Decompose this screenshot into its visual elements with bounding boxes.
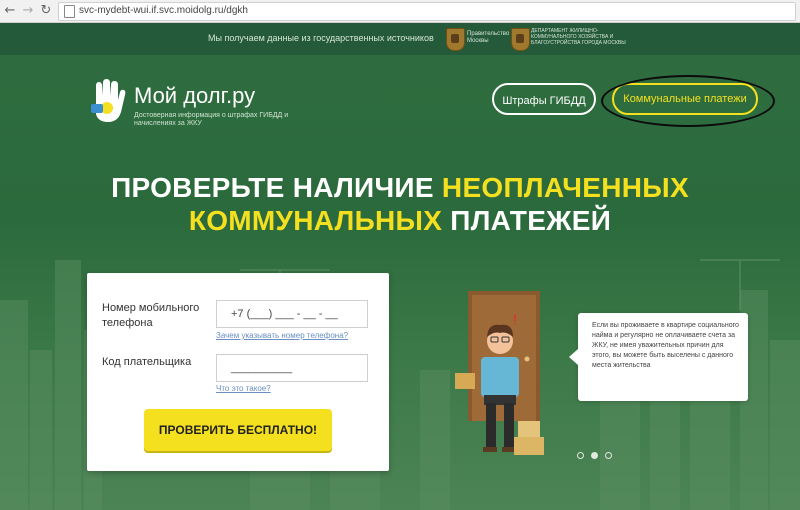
carousel-dot-1[interactable] — [577, 452, 584, 459]
phone-input[interactable]: +7 (___) ___ - __ - __ — [216, 300, 368, 328]
address-bar[interactable]: svc-mydebt-wui.if.svc.moidolg.ru/dgkh — [58, 2, 796, 21]
top-strip: Мы получаем данные из государственных ис… — [0, 23, 800, 55]
url-text: svc-mydebt-wui.if.svc.moidolg.ru/dgkh — [79, 5, 248, 16]
moscow-coat-of-arms-icon — [446, 28, 465, 51]
department-emblem-icon — [511, 28, 530, 51]
payer-code-placeholder: __________ — [231, 362, 293, 374]
phone-help-link[interactable]: Зачем указывать номер телефона? — [216, 331, 348, 340]
phone-label: Номер мобильного телефона — [102, 302, 200, 329]
carousel-dot-2[interactable] — [591, 452, 598, 459]
check-free-button[interactable]: ПРОВЕРИТЬ БЕСПЛАТНО! — [144, 409, 332, 451]
arrow-right-icon[interactable]: → — [20, 3, 36, 19]
page-title: ПРОВЕРЬТЕ НАЛИЧИЕ НЕОПЛАЧЕННЫХ КОММУНАЛЬ… — [0, 171, 800, 237]
phone-placeholder: +7 (___) ___ - __ - __ — [231, 308, 338, 320]
brand-name[interactable]: Мой долг.ру — [134, 83, 255, 109]
hand-logo-icon[interactable] — [88, 78, 128, 126]
page-icon — [64, 5, 75, 18]
annotation-circle — [601, 75, 775, 127]
reload-icon[interactable]: ↻ — [38, 3, 54, 19]
title-part-4: ПЛАТЕЖЕЙ — [442, 205, 612, 236]
browser-toolbar: ← → ↻ svc-mydebt-wui.if.svc.moidolg.ru/d… — [0, 0, 800, 23]
page: Мы получаем данные из государственных ис… — [0, 23, 800, 510]
info-bubble-text: Если вы проживаете в квартире социальног… — [592, 322, 739, 369]
info-bubble: Если вы проживаете в квартире социальног… — [569, 313, 748, 401]
carousel-dots — [577, 452, 617, 462]
tagline: Достоверная информация о штрафах ГИБДД и… — [134, 112, 289, 127]
payer-code-help-link[interactable]: Что это такое? — [216, 384, 271, 393]
carousel-dot-3[interactable] — [605, 452, 612, 459]
person-illustration: ! — [455, 291, 544, 455]
title-part-3: КОММУНАЛЬНЫХ — [188, 205, 443, 236]
department-text: ДЕПАРТАМЕНТ ЖИЛИЩНО-КОММУНАЛЬНОГО ХОЗЯЙС… — [531, 28, 626, 46]
sources-text: Мы получаем данные из государственных ис… — [208, 33, 434, 43]
svg-text:!: ! — [512, 313, 518, 329]
nav-gibdd-button[interactable]: Штрафы ГИБДД — [492, 83, 596, 115]
payer-code-input[interactable]: __________ — [216, 354, 368, 382]
title-part-2: НЕОПЛАЧЕННЫХ — [441, 172, 689, 203]
check-form: Номер мобильного телефона +7 (___) ___ -… — [87, 273, 389, 471]
gov-moscow-text: Правительство Москвы — [467, 31, 510, 44]
payer-code-label: Код плательщика — [102, 356, 192, 368]
arrow-left-icon[interactable]: ← — [2, 3, 18, 19]
title-part-1: ПРОВЕРЬТЕ НАЛИЧИЕ — [111, 172, 442, 203]
